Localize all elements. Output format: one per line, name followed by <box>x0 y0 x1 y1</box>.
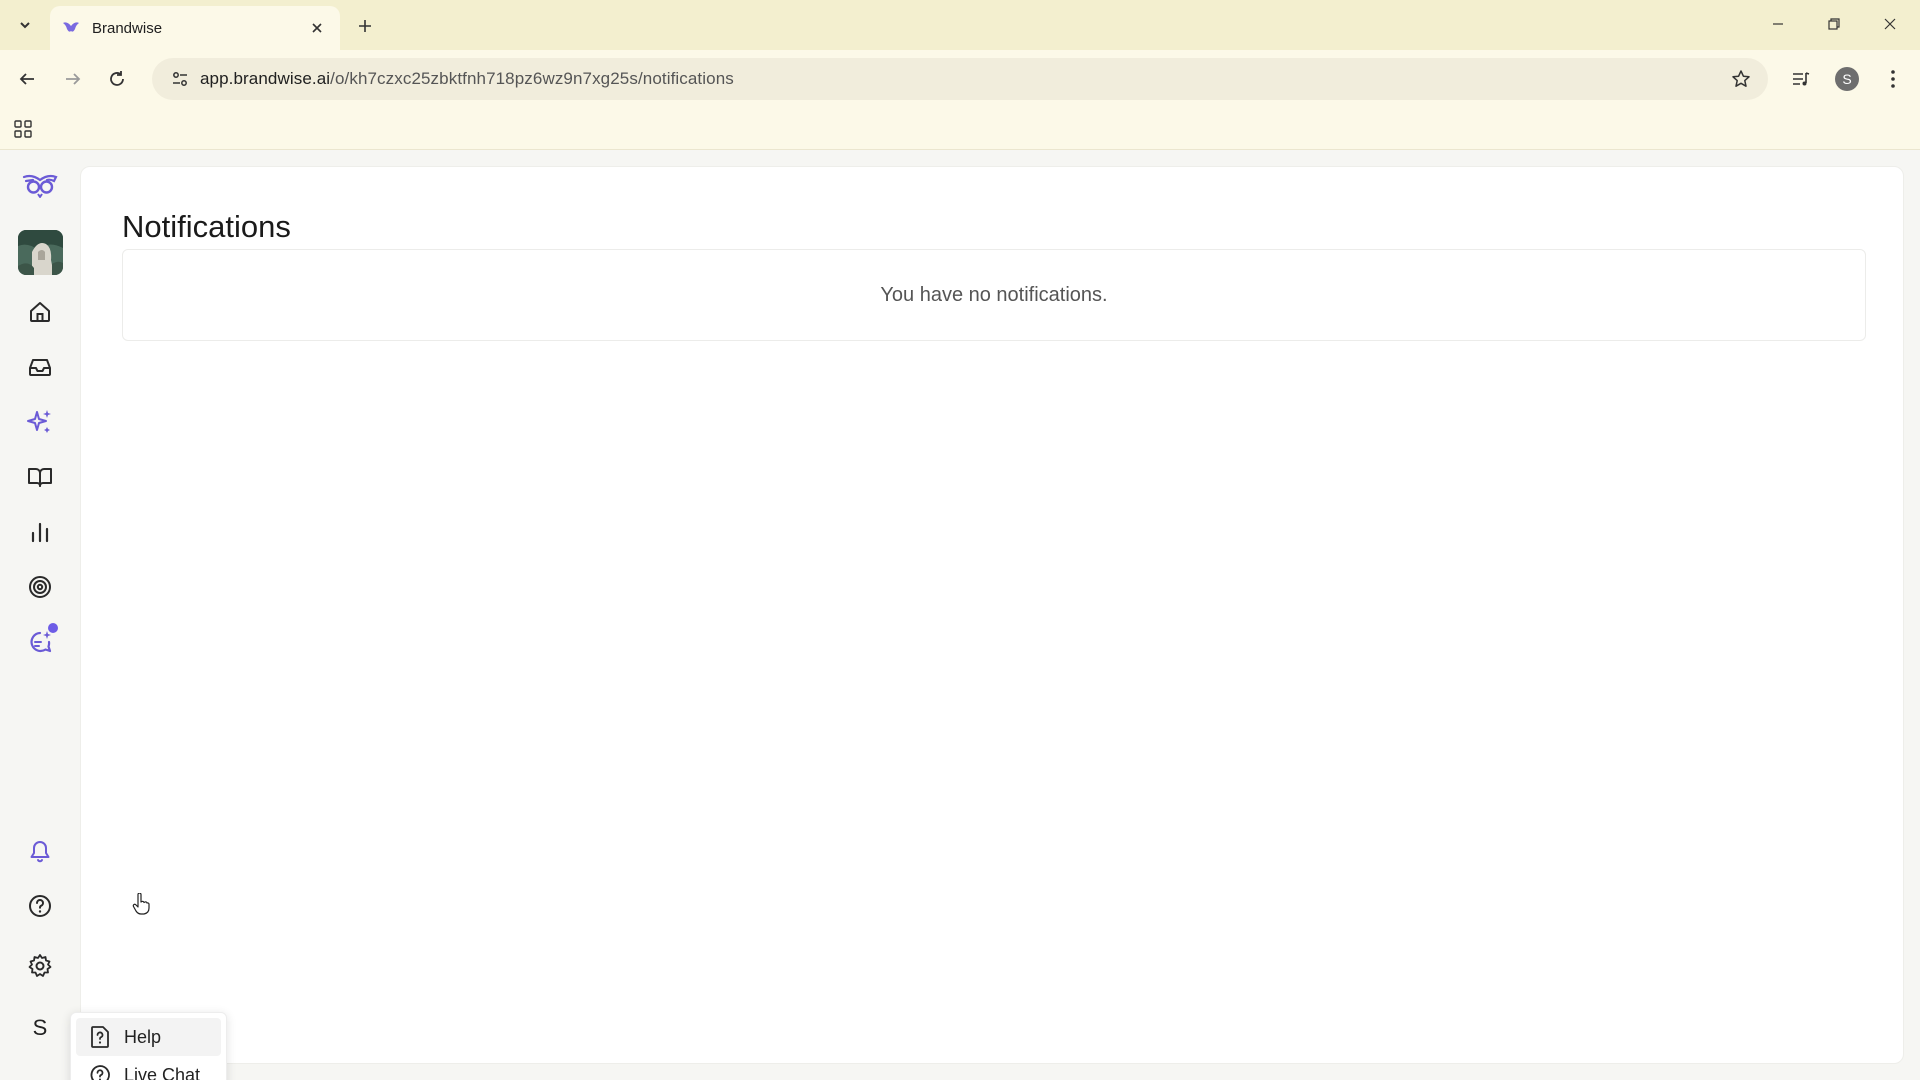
profile-button[interactable]: S <box>1830 62 1864 96</box>
browser-tabstrip: Brandwise <box>0 0 1920 50</box>
tab-title: Brandwise <box>92 19 163 37</box>
home-icon <box>30 302 50 322</box>
unread-indicator-dot <box>48 623 58 633</box>
help-circle-icon <box>29 895 51 917</box>
bar-chart-icon <box>31 522 49 543</box>
help-menu-item-live-chat[interactable]: Live Chat <box>76 1056 221 1080</box>
media-queue-icon <box>1793 72 1810 86</box>
sidebar-item-help[interactable] <box>20 886 60 926</box>
reload-button[interactable] <box>100 62 134 96</box>
back-button[interactable] <box>10 62 44 96</box>
plus-icon <box>359 20 371 32</box>
sidebar-item-goals[interactable] <box>20 567 60 607</box>
site-info-icon[interactable] <box>160 58 200 100</box>
workspace-avatar[interactable] <box>18 230 63 275</box>
hand-cursor-icon <box>132 893 150 915</box>
sidebar-item-inbox[interactable] <box>20 347 60 387</box>
profile-avatar: S <box>1835 67 1859 91</box>
browser-menu-button[interactable] <box>1876 62 1910 96</box>
target-icon <box>29 576 51 598</box>
sidebar-item-settings[interactable] <box>20 946 60 986</box>
bookmark-star-icon[interactable] <box>1728 66 1754 92</box>
close-icon <box>1884 18 1896 30</box>
forward-button[interactable] <box>56 62 90 96</box>
sidebar-item-ai[interactable] <box>20 402 60 442</box>
arrow-left-icon <box>19 73 34 85</box>
bell-icon <box>30 841 50 863</box>
sparkles-icon <box>27 410 51 433</box>
address-bar[interactable]: app.brandwise.ai/o/kh7czxc25zbktfnh718pz… <box>152 58 1768 100</box>
tab-close-icon[interactable] <box>306 17 328 39</box>
restore-icon <box>1828 18 1840 30</box>
brandwise-favicon-icon <box>62 19 80 37</box>
sidebar: S <box>0 150 80 1080</box>
browser-toolbar: app.brandwise.ai/o/kh7czxc25zbktfnh718pz… <box>0 50 1920 108</box>
new-tab-button[interactable] <box>350 11 380 41</box>
sidebar-item-analytics[interactable] <box>20 512 60 552</box>
empty-state-message: You have no notifications. <box>880 283 1108 306</box>
help-menu-item-label: Help <box>124 1026 162 1047</box>
help-menu-item-label: Live Chat <box>124 1064 201 1080</box>
kebab-menu-icon <box>1891 70 1895 88</box>
sidebar-item-notifications[interactable] <box>20 830 60 870</box>
help-square-icon <box>88 1025 112 1049</box>
notifications-list: You have no notifications. <box>122 249 1866 341</box>
minimize-icon <box>1773 23 1783 25</box>
url-path: /o/kh7czxc25zbktfnh718pz6wz9n7xg25s/noti… <box>330 69 734 88</box>
media-control-button[interactable] <box>1784 62 1818 96</box>
user-initial: S <box>32 1015 48 1040</box>
owl-logo-icon[interactable] <box>20 166 60 206</box>
arrow-right-icon <box>66 73 81 85</box>
gear-icon <box>28 954 52 977</box>
apps-grid-icon <box>14 120 32 138</box>
user-account-button[interactable]: S <box>20 1008 60 1048</box>
app-root: S Notifications You have no notification… <box>0 150 1920 1080</box>
sidebar-item-ai-chat[interactable] <box>20 622 60 662</box>
minimize-button[interactable] <box>1756 8 1800 40</box>
tab-search-button[interactable] <box>8 9 42 41</box>
sidebar-item-home[interactable] <box>20 292 60 332</box>
help-menu-popover: Help Live Chat <box>70 1012 227 1080</box>
chevron-down-icon <box>20 22 30 29</box>
url-domain: app.brandwise.ai <box>200 69 331 88</box>
inbox-icon <box>29 359 51 376</box>
url-text[interactable]: app.brandwise.ai/o/kh7czxc25zbktfnh718pz… <box>200 69 734 89</box>
help-menu-item-help[interactable]: Help <box>76 1018 221 1056</box>
page-title: Notifications <box>122 209 291 244</box>
main-content: Notifications You have no notifications. <box>80 166 1904 1064</box>
bookmarks-bar <box>0 108 1920 150</box>
close-window-button[interactable] <box>1868 8 1912 40</box>
reload-icon <box>110 71 124 86</box>
sidebar-item-knowledge[interactable] <box>20 457 60 497</box>
apps-button[interactable] <box>10 116 36 142</box>
restore-button[interactable] <box>1812 8 1856 40</box>
browser-tab[interactable]: Brandwise <box>50 6 340 50</box>
chat-bubble-icon <box>88 1063 112 1080</box>
book-icon <box>28 468 52 487</box>
